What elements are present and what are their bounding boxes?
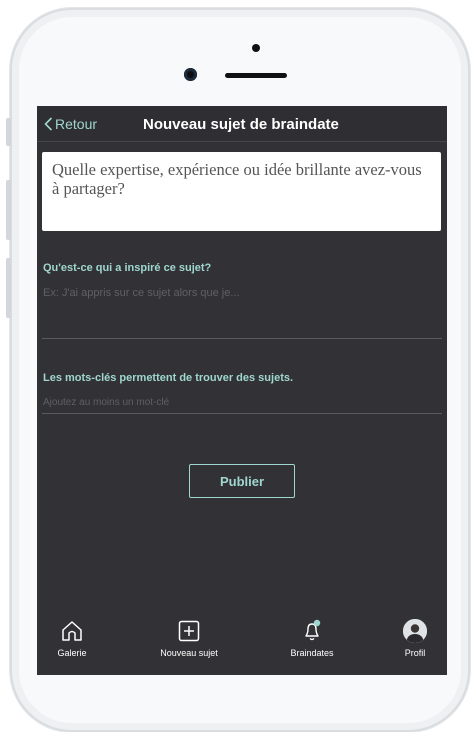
avatar [403, 619, 427, 643]
inspiration-input[interactable]: Ex: J'ai appris sur ce sujet alors que j… [43, 287, 240, 299]
topic-input[interactable]: Quelle expertise, expérience ou idée bri… [42, 152, 441, 231]
home-icon [62, 621, 82, 641]
tab-label-galerie: Galerie [57, 648, 87, 658]
earpiece-speaker [225, 73, 287, 78]
chevron-left-icon [44, 117, 53, 131]
publish-button[interactable]: Publier [189, 464, 295, 498]
navigation-bar: Retour Nouveau sujet de braindate [37, 106, 447, 142]
keywords-label: Les mots-clés permettent de trouver des … [43, 372, 294, 384]
volume-down-button [6, 258, 11, 318]
keywords-divider [42, 413, 442, 414]
tab-profil[interactable]: Profil [395, 619, 435, 658]
mute-switch [6, 118, 11, 146]
tab-bar: Galerie Nouveau sujet Braindates Profil [37, 619, 447, 675]
proximity-sensor [252, 44, 260, 52]
tab-galerie[interactable]: Galerie [51, 619, 93, 658]
person-icon [403, 619, 427, 643]
inspiration-divider [42, 338, 442, 339]
app-screen: Retour Nouveau sujet de braindate Quelle… [37, 106, 447, 675]
inspiration-label: Qu'est-ce qui a inspiré ce sujet? [43, 262, 212, 274]
page-title: Nouveau sujet de braindate [143, 116, 339, 133]
plus-square-icon [178, 620, 200, 642]
bell-icon [305, 619, 321, 641]
front-camera [184, 68, 197, 81]
tab-nouveau-sujet[interactable]: Nouveau sujet [143, 619, 235, 658]
back-button[interactable]: Retour [44, 116, 97, 132]
volume-up-button [6, 180, 11, 240]
tab-label-profil: Profil [404, 648, 426, 658]
tab-braindates[interactable]: Braindates [277, 619, 347, 658]
back-label: Retour [55, 116, 98, 132]
keywords-input[interactable]: Ajoutez au moins un mot-clé [43, 397, 169, 408]
tab-label-nouveau-sujet: Nouveau sujet [160, 648, 218, 658]
tab-label-braindates: Braindates [290, 648, 334, 658]
